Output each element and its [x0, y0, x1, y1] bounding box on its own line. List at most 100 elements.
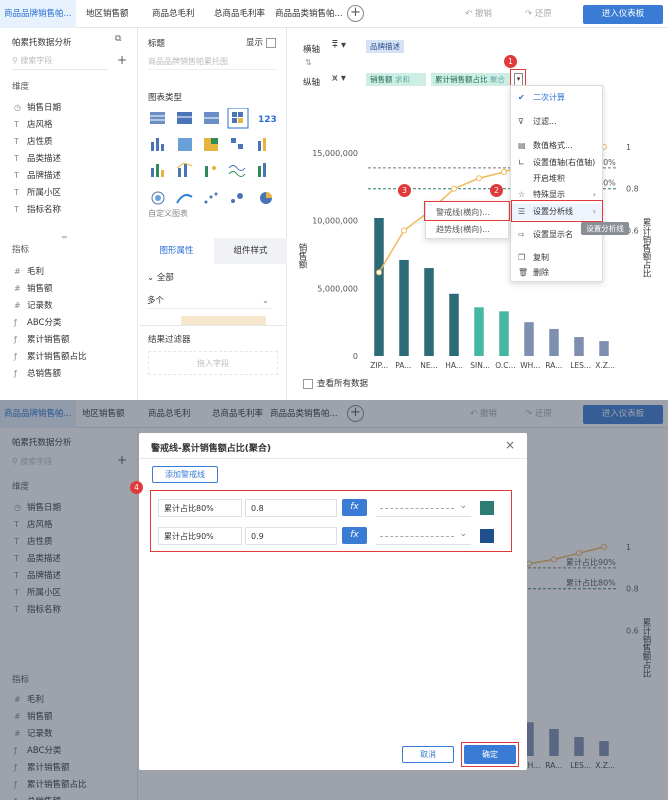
chart-type-multi-bar-icon[interactable] [151, 164, 164, 177]
dimension-item[interactable]: T 店性质 [14, 135, 53, 147]
cancel-button[interactable]: 取消 [402, 746, 454, 763]
menu-item-secondary-calc[interactable]: ✔ 二次计算 [511, 90, 602, 106]
divider [139, 458, 527, 459]
menu-item-copy[interactable]: ❐ 复制 [511, 250, 602, 266]
chart-type-selected-icon[interactable] [227, 108, 249, 129]
y-axis-type-icon[interactable]: ⩙ ▾ [332, 73, 346, 84]
bar [574, 337, 584, 356]
x-tick-label: ZIP... [370, 361, 388, 370]
menu-item-stack[interactable]: 开启堆积 [511, 171, 602, 187]
formula-button[interactable]: fx [342, 499, 367, 516]
text-field-icon: T [14, 154, 19, 163]
chart-type-area-icon[interactable] [258, 163, 266, 177]
y-tick-label: 10,000,000 [312, 217, 358, 226]
line-style-select[interactable]: ⌄ [376, 527, 471, 545]
warning-line-value-input[interactable]: 0.8 [245, 499, 337, 517]
chart-type-crosstab-icon[interactable] [177, 112, 192, 124]
close-icon[interactable]: × [505, 438, 515, 452]
chart-type-column-icon[interactable] [258, 138, 266, 151]
x-tick-label: RA... [545, 361, 562, 370]
chart-type-scatter-bar-icon[interactable] [205, 166, 216, 177]
measure-item[interactable]: # 销售额 [14, 282, 53, 294]
measure-item[interactable]: ƒ 累计销售额 [14, 333, 70, 345]
view-all-data-checkbox[interactable] [303, 378, 313, 389]
show-title-toggle[interactable]: 显示 [246, 36, 277, 48]
switch-dataset-icon[interactable]: ⧉ [115, 34, 121, 44]
field-search-input[interactable]: ⚲ 搜索字段 [12, 55, 108, 70]
chart-type-scatter-icon[interactable] [204, 192, 218, 204]
add-field-icon[interactable]: + [117, 53, 127, 67]
bar [399, 259, 409, 356]
color-swatch[interactable] [480, 501, 494, 515]
dimension-item[interactable]: T 品类描述 [14, 152, 61, 164]
x-tick-label: LES... [570, 361, 591, 370]
chart-type-radar-icon[interactable] [151, 191, 165, 205]
chart-type-kpi-icon[interactable]: 123 [258, 115, 277, 125]
warning-line-name-input[interactable]: 累计占比80% [158, 499, 242, 517]
dimension-item[interactable]: T 所属小区 [14, 186, 61, 198]
submenu-trend-line[interactable]: 趋势线(横向)... [426, 222, 508, 238]
add-tab-button[interactable]: + [347, 5, 364, 22]
chart-type-pie-icon[interactable] [260, 192, 272, 204]
custom-chart-link[interactable]: 自定义图表 [148, 208, 188, 219]
dimension-item[interactable]: T 指标名称 [14, 203, 61, 215]
highlight-box-3 [424, 201, 510, 221]
all-section-toggle[interactable]: ⌄ 全部 [147, 271, 174, 283]
chart-type-matrix-icon[interactable] [231, 138, 243, 149]
y-axis-field-chip-ratio[interactable]: 累计销售额占比 聚合 [431, 73, 511, 86]
y-axis-field-chip-sales[interactable]: 销售额 求和 [366, 73, 426, 86]
filter-drop-zone[interactable]: 拖入字段 [148, 351, 278, 375]
chart-type-list-icon[interactable] [204, 112, 219, 124]
chart-type-grid: 123 [150, 108, 277, 205]
menu-item-delete[interactable]: 🗑 删除 [511, 265, 602, 281]
measure-item[interactable]: ƒ总销售额 [14, 367, 61, 379]
show-title-checkbox[interactable] [266, 37, 277, 48]
swap-axis-icon[interactable]: ⇅ [305, 58, 312, 67]
formula-field-icon: ƒ [14, 352, 17, 361]
tab-brand-pareto[interactable]: 商品品牌销售帕... [0, 0, 76, 28]
tab-component-style[interactable]: 组件样式 [214, 238, 287, 264]
chart-type-heat-icon[interactable] [204, 138, 218, 151]
enter-dashboard-button[interactable]: 进入仪表板 [583, 5, 663, 24]
warning-line-name-input[interactable]: 累计占比90% [158, 527, 242, 545]
field-context-menu: ✔ 二次计算 ⊽ 过滤... ▤ 数值格式... ∟ 设置值轴(右值轴) 开启堆积 ☆ 特… [510, 85, 603, 282]
redo-button[interactable]: ↷ 还原 [525, 0, 552, 28]
chart-type-curve-icon[interactable] [176, 194, 193, 204]
multiple-select[interactable]: 多个 ⌄ [147, 293, 272, 309]
step-badge-4: 4 [130, 481, 143, 494]
measure-item[interactable]: ƒ 累计销售额占比 [14, 350, 87, 362]
chart-type-column-line-icon[interactable] [176, 162, 193, 177]
menu-item-value-axis[interactable]: ∟ 设置值轴(右值轴) [511, 155, 602, 171]
x-axis-type-icon[interactable]: ⩱ ▾ [332, 40, 346, 51]
view-all-data-toggle[interactable]: 查看所有数据 [303, 377, 368, 389]
tab-category-pareto[interactable]: 商品品类销售帕... [275, 0, 343, 28]
color-swatch[interactable] [480, 529, 494, 543]
title-input[interactable]: 商品品牌销售帕累托图 [148, 54, 278, 70]
chart-type-bubble-icon[interactable] [231, 193, 243, 203]
tab-gross-margin[interactable]: 总商品毛利率 [214, 0, 276, 28]
tab-region-sales[interactable]: 地区销售额 [86, 0, 146, 28]
splitter-handle[interactable]: ═ [62, 233, 67, 242]
clock-icon: ◷ [14, 103, 21, 112]
chart-type-table-icon[interactable] [150, 112, 165, 124]
undo-button[interactable]: ↶ 撤销 [465, 0, 492, 28]
x-axis-field-chip[interactable]: 品牌描述 [366, 40, 404, 53]
dimension-item[interactable]: T 店风格 [14, 118, 53, 130]
chart-type-stacked-icon[interactable] [178, 138, 192, 151]
line-style-select[interactable]: ⌄ [376, 499, 471, 517]
tab-graphic-attributes[interactable]: 图形属性 [139, 238, 214, 264]
step-badge-1: 1 [504, 55, 517, 68]
measure-item[interactable]: # 记录数 [14, 299, 53, 311]
tab-gross-profit[interactable]: 商品总毛利 [152, 0, 206, 28]
menu-item-filter[interactable]: ⊽ 过滤... [511, 114, 602, 130]
measure-item[interactable]: ƒ ABC分类 [14, 316, 61, 328]
menu-item-number-format[interactable]: ▤ 数值格式... [511, 138, 602, 154]
measure-item[interactable]: # 毛利 [14, 265, 44, 277]
warning-line-value-input[interactable]: 0.9 [245, 527, 337, 545]
add-warning-line-button[interactable]: 添加警戒线 [152, 466, 218, 483]
chart-type-wave-icon[interactable] [228, 165, 246, 177]
chart-type-bar-icon[interactable] [151, 138, 164, 151]
dimension-item[interactable]: ◷ 销售日期 [14, 101, 61, 113]
formula-button[interactable]: fx [342, 527, 367, 544]
dimension-item[interactable]: T 品牌描述 [14, 169, 61, 181]
